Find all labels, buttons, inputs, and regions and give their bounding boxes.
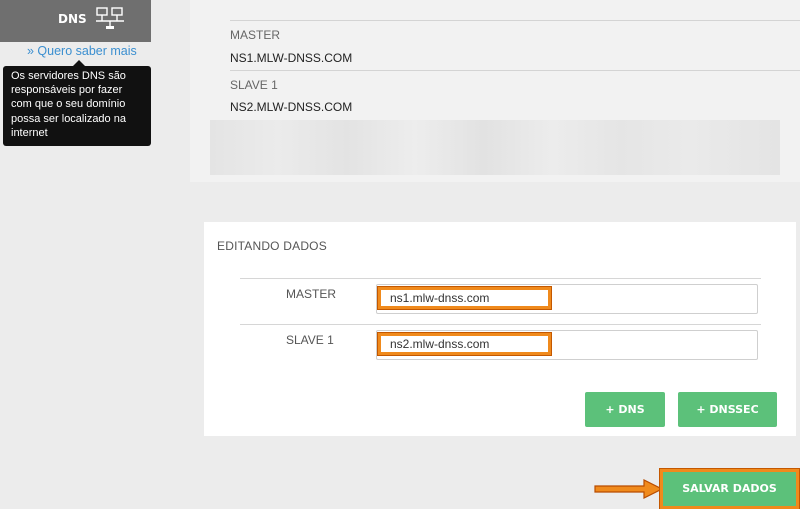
edit-title: EDITANDO DADOS xyxy=(217,239,327,253)
tooltip-line: possa ser localizado na xyxy=(11,112,126,125)
dns-info-panel: MASTER NS1.MLW-DNSS.COM SLAVE 1 NS2.MLW-… xyxy=(190,0,800,182)
sidebar-dns-header[interactable]: DNS xyxy=(0,0,151,42)
tooltip-line: responsáveis por fazer xyxy=(11,84,123,97)
slave-field-label: SLAVE 1 xyxy=(286,333,334,347)
network-icon xyxy=(96,7,124,29)
divider xyxy=(230,20,800,21)
blurred-content xyxy=(210,120,780,175)
learn-more-link[interactable]: » Quero saber mais xyxy=(27,44,137,58)
tooltip-line: Os servidores DNS são xyxy=(11,70,126,82)
divider xyxy=(240,324,761,325)
arrow-annotation-icon xyxy=(594,479,664,499)
add-dns-button[interactable]: + DNS xyxy=(585,392,665,427)
save-button-highlight: SALVAR DADOS xyxy=(659,468,800,509)
master-value: NS1.MLW-DNSS.COM xyxy=(230,51,353,65)
slave-label: SLAVE 1 xyxy=(230,78,278,92)
slave-input[interactable] xyxy=(377,332,552,356)
slave-field-container[interactable] xyxy=(376,330,758,360)
master-field-container[interactable] xyxy=(376,284,758,314)
sidebar-dns-title: DNS xyxy=(58,12,87,26)
tooltip-line: com que o seu domínio xyxy=(11,98,126,111)
slave-value: NS2.MLW-DNSS.COM xyxy=(230,100,353,114)
divider xyxy=(230,70,800,71)
divider xyxy=(240,278,761,279)
edit-dns-card: EDITANDO DADOS MASTER SLAVE 1 + DNS + DN… xyxy=(204,222,796,436)
dns-tooltip: Os servidores DNS são responsáveis por f… xyxy=(3,60,151,146)
master-input[interactable] xyxy=(377,286,552,310)
tooltip-line: internet xyxy=(11,126,48,139)
master-label: MASTER xyxy=(230,28,281,42)
master-field-label: MASTER xyxy=(286,287,337,301)
tooltip-arrow xyxy=(73,60,85,66)
save-button[interactable]: SALVAR DADOS xyxy=(663,472,796,506)
add-dnssec-button[interactable]: + DNSSEC xyxy=(678,392,777,427)
